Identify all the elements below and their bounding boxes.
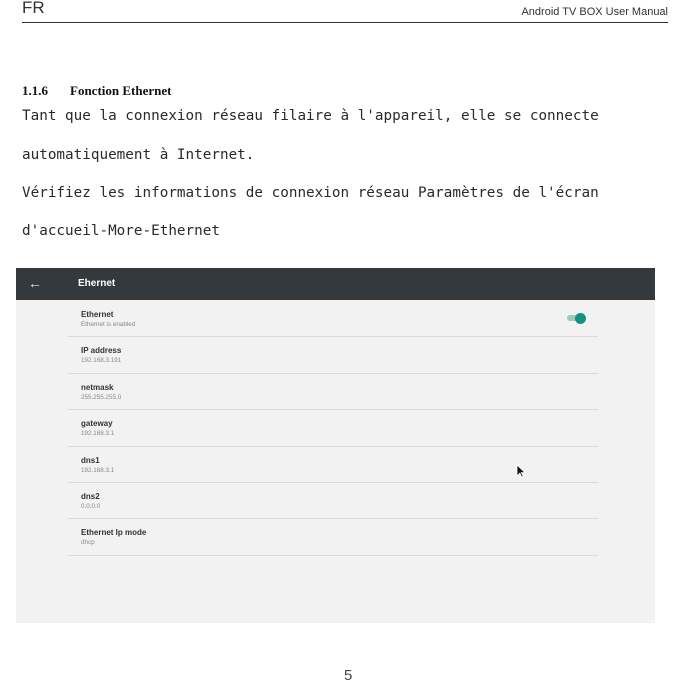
settings-row-ip-address[interactable]: IP address 192.168.3.191	[68, 337, 598, 374]
page-header: FR Android TV BOX User Manual	[22, 0, 668, 23]
row-title: gateway	[81, 419, 113, 429]
toggle-knob	[575, 312, 586, 324]
row-subtitle: 255.255.255.0	[81, 393, 122, 401]
app-bar-title: Ehernet	[78, 278, 116, 289]
row-subtitle: 192.168.3.1	[81, 466, 115, 474]
body-line: Tant que la connexion réseau filaire à l…	[22, 108, 599, 124]
arrow-left-icon[interactable]: ←	[28, 276, 42, 290]
ethernet-toggle[interactable]	[567, 312, 586, 324]
language-code: FR	[22, 0, 45, 17]
row-subtitle: 192.168.3.191	[81, 357, 122, 365]
settings-row-ethernet-ip-mode[interactable]: Ethernet Ip mode dhcp	[68, 519, 598, 556]
row-subtitle: 0.0.0.0	[81, 502, 101, 510]
row-subtitle: dhcp	[81, 539, 95, 547]
row-title: Ethernet	[81, 310, 114, 319]
settings-row-gateway[interactable]: gateway 192.168.3.1	[68, 410, 598, 447]
settings-row-dns2[interactable]: dns2 0.0.0.0	[68, 483, 598, 520]
row-title: dns2	[81, 491, 100, 501]
section-heading: 1.1.6 Fonction Ethernet	[22, 83, 171, 99]
page-number: 5	[344, 667, 353, 684]
settings-row-netmask[interactable]: netmask 255.255.255.0	[68, 374, 598, 411]
row-title: Ethernet Ip mode	[81, 528, 147, 538]
settings-row-ethernet[interactable]: Ethernet Ethernet is enabled	[68, 301, 598, 338]
section-title: Fonction Ethernet	[70, 83, 172, 98]
section-number: 1.1.6	[22, 83, 48, 98]
body-line: Vérifiez les informations de connexion r…	[22, 185, 599, 201]
row-subtitle: Ethernet is enabled	[81, 321, 136, 328]
row-title: dns1	[81, 455, 100, 465]
mouse-cursor-icon	[516, 464, 526, 478]
ethernet-settings-screenshot: ← Ehernet Ethernet Ethernet is enabled I…	[16, 268, 655, 623]
row-subtitle: 192.168.3.1	[81, 430, 115, 438]
body-line: automatiquement à Internet.	[22, 147, 255, 163]
row-title: netmask	[81, 382, 114, 392]
body-line: d'accueil-More-Ethernet	[22, 223, 220, 239]
app-bar: ← Ehernet	[16, 268, 655, 300]
manual-title: Android TV BOX User Manual	[521, 6, 668, 18]
row-title: IP address	[81, 346, 122, 356]
settings-list: Ethernet Ethernet is enabled IP address …	[68, 301, 598, 556]
